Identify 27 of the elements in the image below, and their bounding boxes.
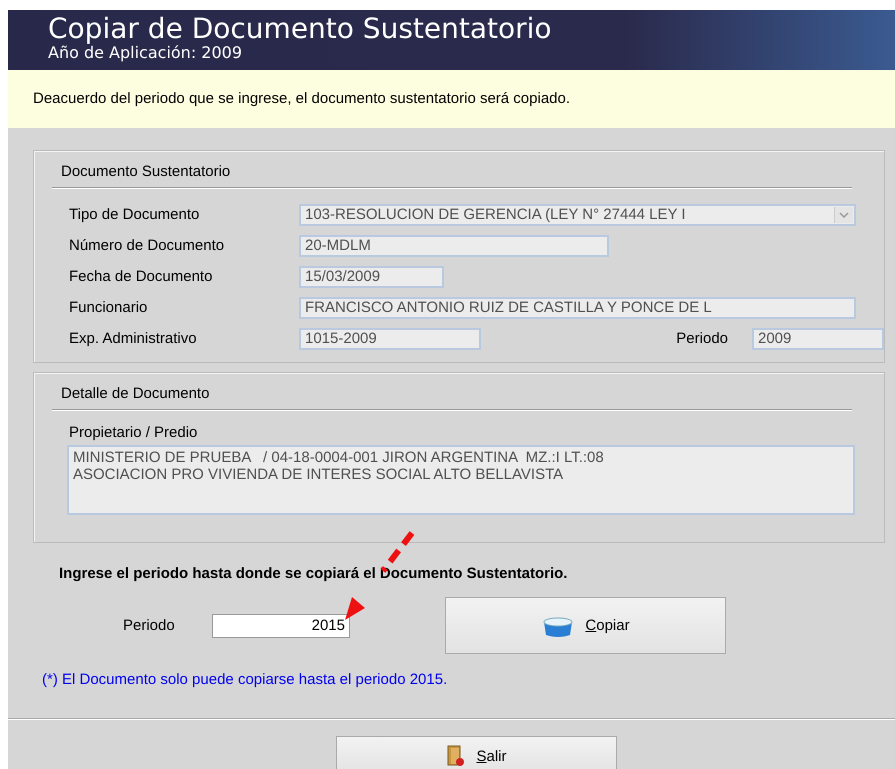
text-area: MINISTERIO DE PRUEBA / 04-18-0004-001 JIRON ARGENTINA MZ.:I LT.:08 ASOCIACION PRO VIVIENDA DE INTERES SOCIAL ALTO BELLAVISTA: [67, 445, 855, 515]
field-label: Tipo de Documento: [69, 206, 200, 223]
field-label: Exp. Administrativo: [69, 330, 198, 347]
copy-button[interactable]: Copiar: [445, 597, 726, 654]
window-title: Copiar de Documento Sustentatorio: [48, 14, 552, 44]
field-label: Fecha de Documento: [69, 268, 214, 285]
group-title: Detalle de Documento: [61, 385, 210, 402]
chevron-icon[interactable]: [834, 206, 853, 222]
door-icon: [446, 745, 466, 767]
field-label: Número de Documento: [69, 237, 226, 254]
dropdown-field: 103-RESOLUCION DE GERENCIA (LEY N° 27444 LEY I: [299, 204, 856, 226]
field-label: Propietario / Predio: [69, 424, 198, 440]
input-field: FRANCISCO ANTONIO RUIZ DE CASTILLA Y PONCE DE L: [299, 296, 856, 318]
input-field: 1015-2009: [299, 328, 481, 350]
input-field: 15/03/2009: [299, 266, 444, 288]
field-label: Funcionario: [69, 299, 148, 316]
window-subtitle: Año de Aplicación: 2009: [48, 44, 242, 62]
info-text: Deacuerdo del periodo que se ingrese, el documento sustentatorio será copiado.: [33, 90, 570, 107]
field-label: Periodo: [123, 617, 176, 634]
field-label: Periodo: [676, 330, 728, 347]
note-text: (*) El Documento solo puede copiarse hasta el periodo 2015.: [42, 671, 448, 688]
instruction-text: Ingrese el periodo hasta donde se copiará el Documento Sustentatorio.: [59, 565, 568, 582]
input-field: 2009: [752, 328, 884, 350]
exit-button[interactable]: Salir: [336, 736, 617, 769]
period-input[interactable]: 2015: [212, 614, 350, 638]
group-title: Documento Sustentatorio: [61, 163, 230, 180]
input-field: 20-MDLM: [299, 234, 609, 256]
